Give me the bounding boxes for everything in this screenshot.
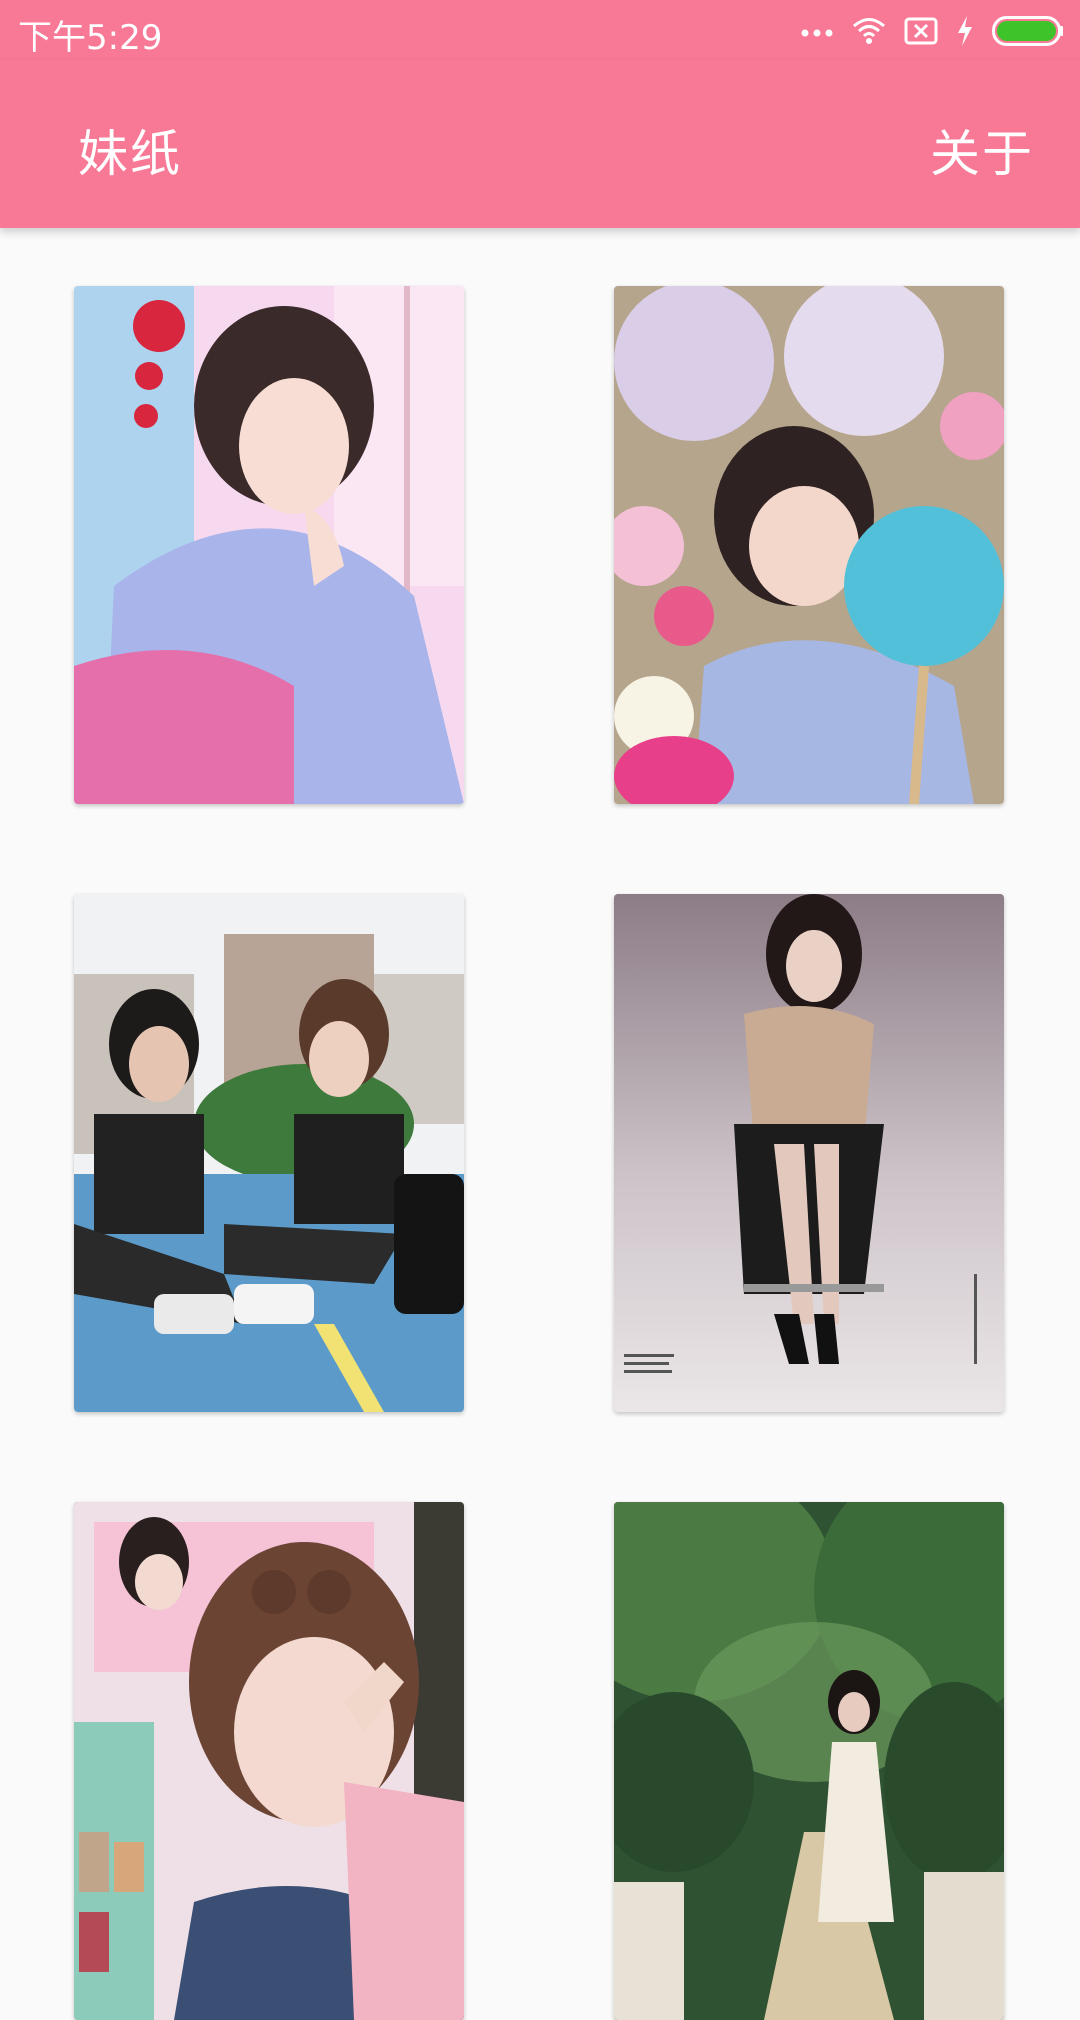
photo-card[interactable] xyxy=(614,1502,1004,2020)
photo-card[interactable] xyxy=(614,286,1004,804)
wifi-icon xyxy=(853,18,885,44)
photo-grid xyxy=(0,228,1080,2020)
photo-image xyxy=(74,1502,464,2020)
charging-bolt-icon xyxy=(958,16,972,46)
app-title: 妹纸 xyxy=(78,125,182,183)
photo-image xyxy=(614,894,1004,1412)
photo-image xyxy=(614,1502,1004,2020)
photo-image xyxy=(614,286,1004,804)
status-time: 下午5:29 xyxy=(18,18,163,58)
photo-card[interactable] xyxy=(614,894,1004,1412)
photo-card[interactable] xyxy=(74,894,464,1412)
photo-image xyxy=(74,894,464,1412)
no-sim-icon xyxy=(904,17,938,45)
battery-icon xyxy=(992,16,1063,46)
more-dots-icon xyxy=(801,29,833,37)
app-bar: 妹纸 关于 xyxy=(0,60,1080,228)
photo-image xyxy=(74,286,464,804)
about-button[interactable]: 关于 xyxy=(930,114,1034,186)
photo-card[interactable] xyxy=(74,1502,464,2020)
status-bar: 下午5:29 xyxy=(0,0,1080,60)
status-icons xyxy=(800,12,1064,50)
photo-card[interactable] xyxy=(74,286,464,804)
